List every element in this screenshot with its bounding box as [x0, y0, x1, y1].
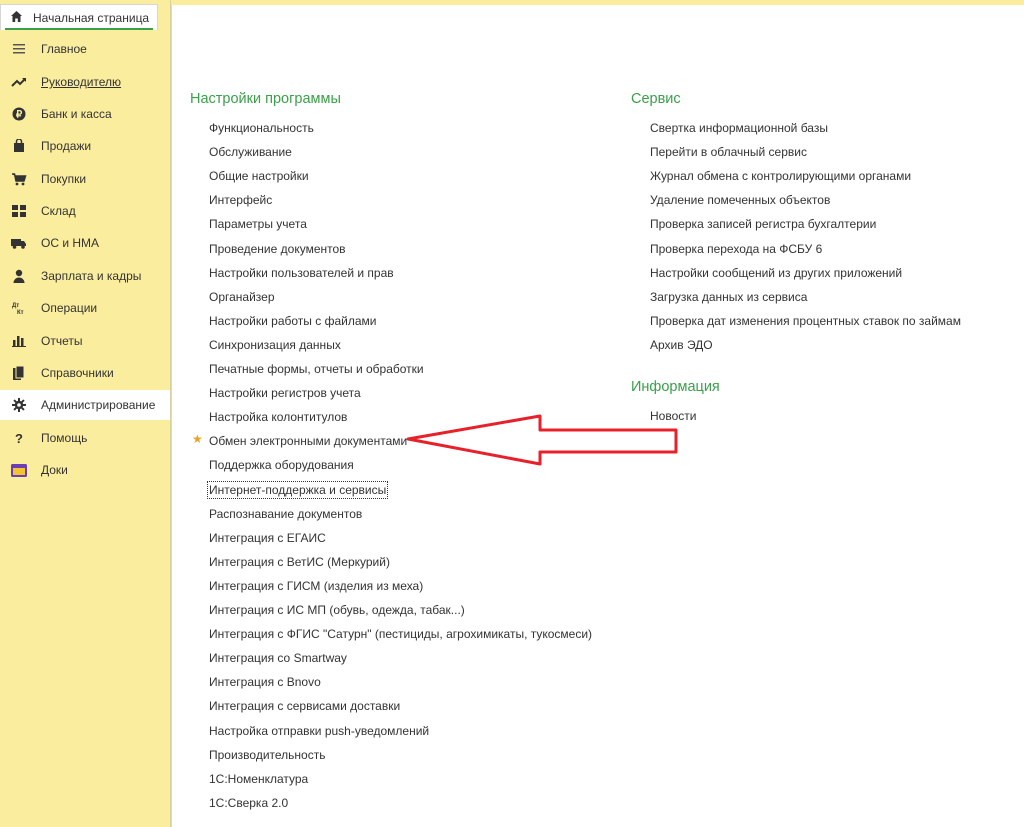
sidebar-item-label: Главное: [41, 42, 87, 56]
sidebar-item-label: Отчеты: [41, 334, 83, 348]
menu-link[interactable]: Интеграция с сервисами доставки: [209, 699, 400, 713]
sidebar-item-main[interactable]: Главное: [0, 34, 170, 64]
menu-link[interactable]: Интеграция с ГИСМ (изделия из меха): [209, 579, 423, 593]
sidebar-item-purchases[interactable]: Покупки: [0, 164, 170, 194]
menu-link[interactable]: Архив ЭДО: [650, 338, 713, 352]
menu-link[interactable]: Загрузка данных из сервиса: [650, 290, 807, 304]
menu-link[interactable]: Общие настройки: [209, 169, 309, 183]
tab-home-label: Начальная страница: [33, 11, 150, 25]
warehouse-grid-icon: [11, 204, 27, 218]
tab-home[interactable]: Начальная страница: [0, 4, 158, 30]
menu-lines-icon: [11, 42, 27, 56]
menu-link[interactable]: Новости: [650, 409, 696, 423]
menu-link[interactable]: Синхронизация данных: [209, 338, 341, 352]
sidebar-item-label: Покупки: [41, 172, 87, 186]
menu-link[interactable]: Настройки сообщений из других приложений: [650, 266, 902, 280]
sidebar-item-operations[interactable]: Дт Кт Операции: [0, 293, 170, 323]
books-icon: [11, 366, 27, 380]
sidebar-item-label: Справочники: [41, 366, 114, 380]
menu-link[interactable]: Интеграция с ФГИС "Сатурн" (пестициды, а…: [209, 627, 592, 641]
menu-link[interactable]: Печатные формы, отчеты и обработки: [209, 362, 424, 376]
sidebar-item-label: Операции: [41, 301, 98, 315]
sidebar-item-label: Руководителю: [41, 75, 122, 89]
menu-link[interactable]: Интеграция с ИС МП (обувь, одежда, табак…: [209, 603, 465, 617]
svg-text:Дт: Дт: [12, 303, 19, 309]
menu-link[interactable]: Производительность: [209, 748, 325, 762]
sidebar-item-warehouse[interactable]: Склад: [0, 196, 170, 226]
menu-link[interactable]: Интеграция с ЕГАИС: [209, 531, 326, 545]
sidebar-item-label: Помощь: [41, 431, 88, 445]
sidebar: Начальная страница Главное Руководителю …: [0, 0, 171, 827]
sidebar-item-sales[interactable]: Продажи: [0, 131, 170, 161]
sidebar-item-bank[interactable]: ₽ Банк и касса: [0, 99, 170, 129]
sidebar-item-label: Зарплата и кадры: [41, 269, 142, 283]
menu-link[interactable]: Распознавание документов: [209, 507, 362, 521]
ruble-icon: ₽: [11, 107, 27, 121]
debit-credit-icon: Дт Кт: [11, 301, 27, 315]
home-icon: [10, 10, 23, 23]
person-icon: [11, 269, 27, 283]
folder-icon: [11, 463, 27, 477]
menu-link[interactable]: Проверка записей регистра бухгалтерии: [650, 217, 876, 231]
section-title-settings: Настройки программы: [190, 91, 341, 107]
sidebar-item-help[interactable]: ? Помощь: [0, 423, 170, 453]
sidebar-item-manager[interactable]: Руководителю: [0, 67, 170, 97]
sidebar-item-directories[interactable]: Справочники: [0, 358, 170, 388]
sidebar-item-reports[interactable]: Отчеты: [0, 326, 170, 356]
menu-link[interactable]: Свертка информационной базы: [650, 121, 828, 135]
bag-icon: [11, 139, 27, 153]
sidebar-item-docs[interactable]: Доки: [0, 455, 170, 485]
menu-link[interactable]: Проведение документов: [209, 242, 346, 256]
svg-text:₽: ₽: [16, 110, 23, 121]
sidebar-item-label: Доки: [41, 463, 68, 477]
sidebar-item-label: Продажи: [41, 139, 92, 153]
menu-link[interactable]: Параметры учета: [209, 217, 307, 231]
menu-link[interactable]: Функциональность: [209, 121, 314, 135]
svg-text:Кт: Кт: [17, 310, 24, 315]
menu-link[interactable]: Проверка перехода на ФСБУ 6: [650, 242, 822, 256]
menu-link[interactable]: Интеграция с ВетИС (Меркурий): [209, 555, 390, 569]
menu-link[interactable]: Проверка дат изменения процентных ставок…: [650, 314, 961, 328]
question-icon: ?: [11, 431, 27, 445]
sidebar-item-salary[interactable]: Зарплата и кадры: [0, 261, 170, 291]
menu-link[interactable]: Перейти в облачный сервис: [650, 145, 807, 159]
truck-icon: [11, 236, 27, 250]
menu-link[interactable]: Интеграция со Smartway: [209, 651, 347, 665]
section-title-info: Информация: [631, 379, 720, 395]
sidebar-item-label: ОС и НМА: [41, 236, 100, 250]
cart-icon: [11, 172, 27, 186]
section-title-service: Сервис: [631, 91, 681, 107]
menu-link[interactable]: Настройки работы с файлами: [209, 314, 376, 328]
sidebar-item-label: Банк и касса: [41, 107, 112, 121]
menu-link[interactable]: Поддержка оборудования: [209, 458, 354, 472]
menu-link[interactable]: 1С:Сверка 2.0: [209, 796, 288, 810]
menu-link[interactable]: Интернет-поддержка и сервисы: [206, 480, 389, 499]
menu-link[interactable]: Настройки пользователей и прав: [209, 266, 394, 280]
bar-chart-icon: [11, 334, 27, 348]
menu-link[interactable]: Обслуживание: [209, 145, 292, 159]
sidebar-item-label: Администрирование: [41, 398, 156, 412]
menu-link[interactable]: 1С:Номенклатура: [209, 772, 308, 786]
menu-link[interactable]: Органайзер: [209, 290, 275, 304]
menu-link[interactable]: Обмен электронными документами: [209, 434, 407, 448]
sidebar-item-assets[interactable]: ОС и НМА: [0, 228, 170, 258]
sidebar-item-administration[interactable]: Администрирование: [0, 390, 170, 420]
menu-link[interactable]: Журнал обмена с контролирующими органами: [650, 169, 911, 183]
menu-link[interactable]: Интеграция с Bnovo: [209, 675, 321, 689]
menu-link[interactable]: Настройки регистров учета: [209, 386, 361, 400]
menu-link[interactable]: Настройка отправки push-уведомлений: [209, 724, 429, 738]
tab-active-indicator: [5, 28, 153, 30]
gear-icon: [11, 398, 27, 412]
menu-link[interactable]: Удаление помеченных объектов: [650, 193, 830, 207]
svg-text:?: ?: [15, 431, 23, 445]
menu-link[interactable]: Интерфейс: [209, 193, 272, 207]
sidebar-item-label: Склад: [41, 204, 76, 218]
trend-up-icon: [11, 75, 27, 89]
menu-link[interactable]: Настройка колонтитулов: [209, 410, 347, 424]
star-icon: ★: [192, 432, 203, 446]
